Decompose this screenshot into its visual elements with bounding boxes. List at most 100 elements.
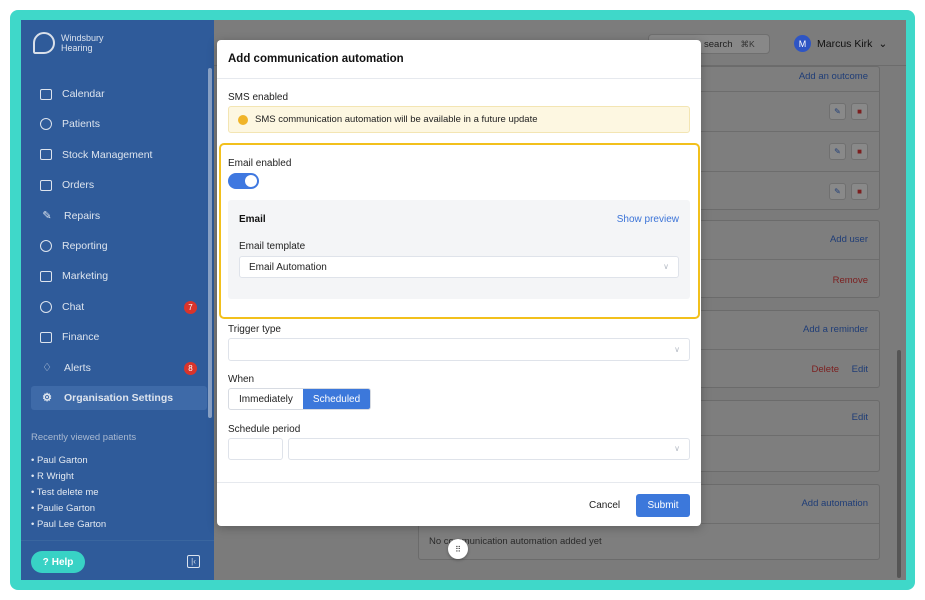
sidebar-item-label: Finance (62, 331, 100, 344)
collapse-sidebar-icon[interactable]: |‹ (187, 555, 200, 568)
modal-header: Add communication automation (217, 40, 701, 79)
wrench-icon: ✎ (42, 210, 52, 223)
chevron-down-icon: ∨ (663, 262, 669, 272)
brand-logo[interactable]: Windsbury Hearing (33, 32, 104, 54)
bell-icon: ♢ (42, 362, 52, 375)
trash-icon[interactable]: ■ (851, 183, 868, 200)
sidebar-item-label: Calendar (62, 88, 105, 100)
edit-link[interactable]: Edit (852, 412, 868, 423)
add-automation-link[interactable]: Add automation (801, 498, 868, 509)
schedule-unit-select[interactable]: ∨ (288, 438, 690, 460)
sidebar-item-label: Repairs (64, 209, 101, 222)
email-panel-title: Email (239, 214, 266, 225)
gear-icon: ⚙ (42, 392, 52, 405)
search-shortcut: ⌘K (740, 38, 755, 49)
chat-count-badge: 7 (184, 300, 197, 314)
warning-icon (238, 114, 248, 125)
chevron-down-icon: ∨ (674, 444, 680, 454)
card-icon (40, 331, 52, 343)
add-reminder-link[interactable]: Add a reminder (803, 324, 868, 335)
edit-link[interactable]: Edit (852, 364, 868, 375)
sidebar-item-label: Reporting (62, 239, 108, 252)
trash-icon[interactable]: ■ (851, 143, 868, 160)
trash-icon[interactable]: ■ (851, 103, 868, 120)
recent-patient-link[interactable]: • Paulie Garton (31, 501, 207, 517)
sidebar-scrollbar[interactable] (208, 68, 212, 418)
ear-logo-icon (33, 32, 55, 54)
sidebar-item-label: Alerts (64, 361, 91, 374)
brand-name-line2: Hearing (61, 43, 93, 53)
edit-icon[interactable]: ✎ (829, 143, 846, 160)
modal-title: Add communication automation (228, 53, 404, 65)
sidebar-item-reporting[interactable]: Reporting (31, 234, 207, 258)
email-template-select[interactable]: Email Automation ∨ (239, 256, 679, 278)
chat-icon (40, 300, 52, 313)
schedule-period-label: Schedule period (228, 424, 301, 435)
sidebar-item-stock-management[interactable]: Stock Management (31, 143, 207, 167)
email-enabled-toggle[interactable] (228, 173, 259, 189)
email-enabled-label: Email enabled (228, 158, 292, 169)
sidebar-item-calendar[interactable]: Calendar (31, 82, 207, 106)
sidebar-item-repairs[interactable]: ✎ Repairs (31, 204, 207, 228)
table-row: No communication automation added yet (419, 523, 879, 561)
sidebar-item-orders[interactable]: Orders (31, 173, 207, 197)
sidebar-item-alerts[interactable]: ♢ Alerts 8 (31, 356, 207, 380)
show-preview-link[interactable]: Show preview (617, 214, 679, 225)
brand-name-line1: Windsbury (61, 33, 104, 43)
alerts-count-badge: 8 (184, 361, 197, 375)
trigger-type-select[interactable]: ∨ (228, 338, 690, 361)
drag-handle-icon[interactable]: ⠿ (448, 539, 468, 559)
when-option-immediately[interactable]: Immediately (229, 389, 303, 409)
cancel-button[interactable]: Cancel (589, 500, 620, 511)
sidebar-item-organisation-settings[interactable]: ⚙ Organisation Settings (31, 385, 207, 410)
calendar-icon (40, 88, 52, 100)
user-name: Marcus Kirk (817, 37, 873, 50)
sidebar-item-label: Stock Management (62, 148, 153, 161)
sidebar: Windsbury Hearing Calendar Patients Stoc… (21, 20, 214, 580)
sidebar-item-label: Marketing (62, 270, 109, 283)
search-label: search (704, 38, 733, 50)
edit-icon[interactable]: ✎ (829, 103, 846, 120)
recent-patients: Recently viewed patients • Paul Garton •… (31, 432, 207, 533)
help-button-label: Help (51, 556, 74, 568)
main-scrollbar[interactable] (897, 350, 901, 578)
toggle-knob (245, 175, 257, 187)
sidebar-item-finance[interactable]: Finance (31, 325, 207, 349)
email-settings-panel: Email Show preview Email template Email … (228, 200, 690, 299)
clipboard-icon (40, 149, 52, 161)
edit-icon[interactable]: ✎ (829, 183, 846, 200)
sms-enabled-label: SMS enabled (228, 92, 289, 103)
help-icon: ? (42, 556, 49, 568)
help-button[interactable]: ? Help (31, 551, 85, 573)
recent-patient-link[interactable]: • Test delete me (31, 485, 207, 501)
schedule-period-input[interactable] (228, 438, 283, 460)
when-segmented-control: Immediately Scheduled (228, 388, 372, 410)
chevron-down-icon: ∨ (674, 344, 680, 354)
add-automation-modal: Add communication automation SMS enabled… (217, 40, 701, 526)
sidebar-item-label: Patients (62, 118, 100, 131)
recent-patient-link[interactable]: • R Wright (31, 469, 207, 485)
sidebar-item-patients[interactable]: Patients (31, 112, 207, 136)
sidebar-item-marketing[interactable]: Marketing (31, 264, 207, 288)
user-menu[interactable]: M Marcus Kirk ⌄ (794, 35, 887, 52)
box-icon (40, 179, 52, 191)
email-template-value: Email Automation (249, 261, 327, 273)
recent-patient-link[interactable]: • Paul Lee Garton (31, 517, 207, 533)
add-user-link[interactable]: Add user (830, 234, 868, 245)
mail-icon (40, 270, 52, 282)
recent-patients-title: Recently viewed patients (31, 432, 137, 443)
sidebar-nav: Calendar Patients Stock Management Order… (31, 82, 207, 416)
sms-notice: SMS communication automation will be ava… (228, 106, 690, 133)
submit-button[interactable]: Submit (636, 494, 690, 517)
remove-link[interactable]: Remove (833, 275, 868, 286)
sidebar-item-chat[interactable]: Chat 7 (31, 295, 207, 319)
sidebar-item-label: Chat (62, 300, 85, 313)
trigger-type-label: Trigger type (228, 324, 281, 335)
recent-patient-link[interactable]: • Paul Garton (31, 453, 207, 469)
sidebar-footer: ? Help |‹ (21, 540, 214, 580)
chevron-down-icon: ⌄ (878, 37, 888, 50)
delete-link[interactable]: Delete (812, 364, 839, 375)
add-outcome-link[interactable]: Add an outcome (799, 71, 868, 82)
when-option-scheduled[interactable]: Scheduled (302, 389, 371, 409)
avatar: M (794, 35, 811, 52)
